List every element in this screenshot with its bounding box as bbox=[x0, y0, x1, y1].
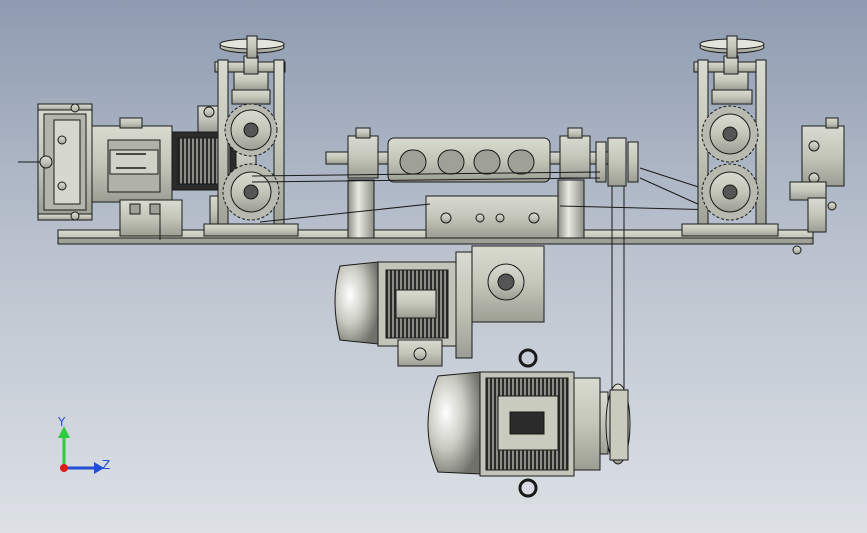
bottom-pulley bbox=[605, 383, 631, 465]
z-axis-label: Z bbox=[102, 458, 110, 472]
left-handwheel bbox=[219, 35, 285, 59]
left-lower-gear bbox=[222, 163, 280, 221]
left-roller-stand bbox=[203, 55, 299, 237]
left-gearbox bbox=[91, 117, 183, 240]
cad-viewport[interactable]: Y Z bbox=[0, 0, 867, 533]
y-axis-label: Y bbox=[57, 415, 66, 429]
right-handwheel bbox=[699, 35, 765, 59]
right-upper-gear bbox=[701, 105, 759, 163]
left-end-frame bbox=[18, 103, 93, 221]
base-plate-lip bbox=[57, 237, 814, 245]
gear-motor bbox=[334, 245, 545, 367]
x-axis-dot bbox=[60, 464, 68, 472]
machine-assembly-view: Y Z bbox=[18, 35, 845, 498]
main-motor bbox=[427, 348, 609, 498]
left-upper-gear bbox=[224, 103, 278, 157]
coordinate-triad: Y Z bbox=[57, 415, 110, 474]
top-pulley bbox=[595, 137, 639, 187]
right-lower-gear bbox=[701, 163, 759, 221]
right-end-block bbox=[789, 117, 845, 233]
